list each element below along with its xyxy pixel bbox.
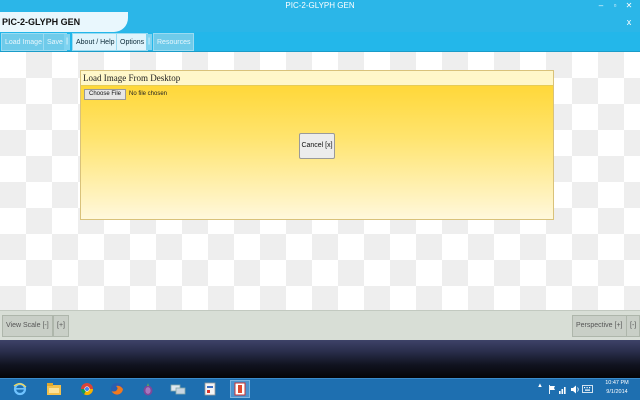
window-title: PIC-2-GLYPH GEN bbox=[285, 1, 355, 10]
system-clock[interactable]: 10:47 PM 9/1/2014 bbox=[598, 379, 636, 399]
cancel-button[interactable]: Cancel [x] bbox=[299, 133, 335, 159]
bottom-toolbar bbox=[0, 310, 640, 340]
clock-time: 10:47 PM bbox=[605, 380, 629, 386]
menu-separator: | bbox=[146, 34, 152, 50]
app-title: PIC-2-GLYPH GEN bbox=[0, 12, 128, 32]
view-scale-plus-button[interactable]: [+] bbox=[53, 315, 69, 337]
about-help-button[interactable]: About / Help bbox=[72, 33, 119, 51]
choose-file-button[interactable]: Choose File bbox=[84, 89, 126, 100]
menu-separator: | bbox=[64, 34, 70, 50]
file-explorer-icon[interactable] bbox=[44, 380, 64, 398]
resources-button[interactable]: Resources bbox=[153, 33, 195, 51]
background-strip bbox=[0, 340, 640, 378]
network-app-icon[interactable] bbox=[168, 380, 188, 398]
chrome-icon[interactable] bbox=[77, 380, 97, 398]
clock-date: 9/1/2014 bbox=[606, 389, 628, 395]
perspective-plus-button[interactable]: Perspective [+] bbox=[572, 315, 627, 337]
internet-explorer-icon[interactable] bbox=[10, 380, 30, 398]
options-button[interactable]: Options bbox=[116, 33, 149, 51]
window-close-button[interactable]: ✕ bbox=[622, 0, 636, 12]
dialog-title: Load Image From Desktop bbox=[81, 71, 553, 86]
minimize-button[interactable]: – bbox=[594, 0, 608, 12]
keyboard-icon[interactable] bbox=[580, 380, 594, 398]
tray-overflow-icon[interactable]: ▲ bbox=[537, 383, 543, 389]
app-close-button[interactable]: x bbox=[618, 12, 640, 32]
view-scale-minus-button[interactable]: View Scale [-] bbox=[2, 315, 53, 337]
perspective-minus-button[interactable]: [-] bbox=[626, 315, 640, 337]
window-title-bar: PIC-2-GLYPH GEN bbox=[0, 0, 640, 12]
tor-browser-icon[interactable] bbox=[138, 380, 158, 398]
paint-app-icon[interactable] bbox=[200, 380, 220, 398]
firefox-icon[interactable] bbox=[107, 380, 127, 398]
load-image-dialog: Load Image From Desktop Choose File No f… bbox=[80, 70, 554, 220]
file-status-label: No file chosen bbox=[129, 91, 168, 97]
pic2glyph-app-icon[interactable] bbox=[230, 380, 250, 398]
restore-button[interactable]: ▫ bbox=[608, 0, 622, 12]
load-image-button[interactable]: Load Image bbox=[1, 33, 46, 51]
